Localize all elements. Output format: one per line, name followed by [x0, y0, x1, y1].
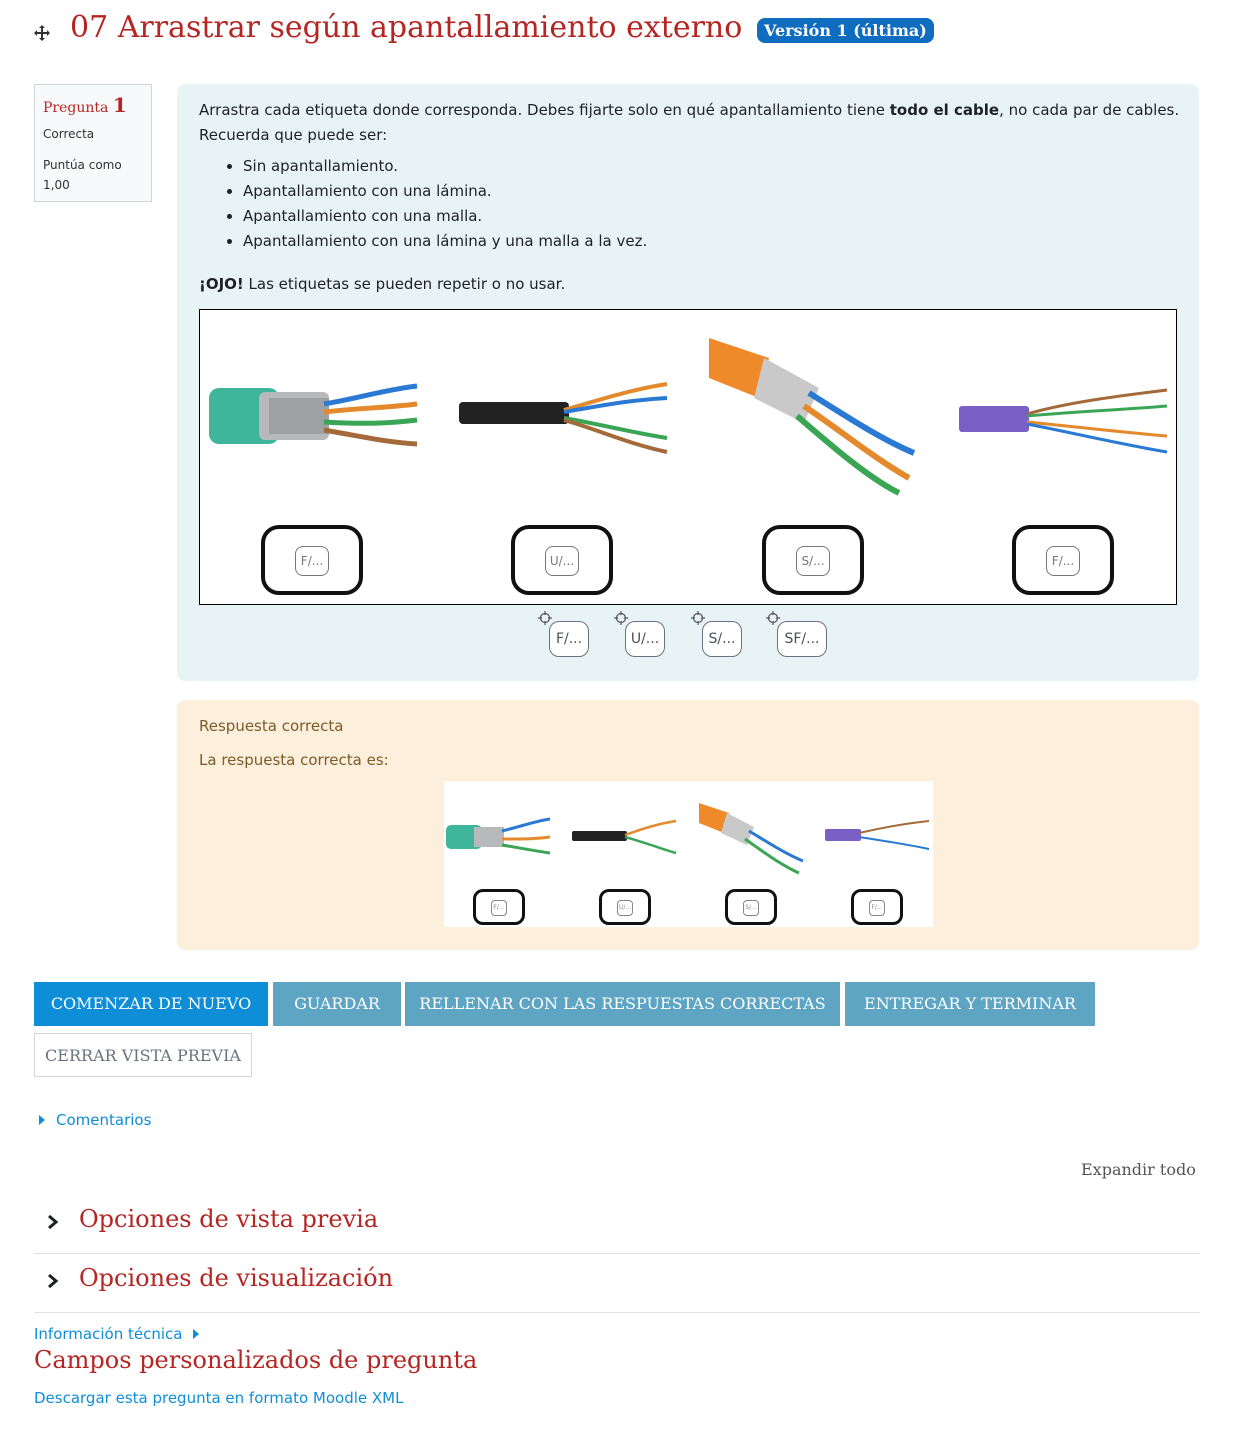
- question-grade: Puntúa como 1,00: [43, 158, 122, 192]
- crosshair-icon: [691, 611, 705, 625]
- drop-zone-2[interactable]: U/...: [511, 525, 613, 595]
- correct-answer-intro: La respuesta correcta es:: [199, 751, 389, 769]
- page-title: 07 Arrastrar según apantallamiento exter…: [70, 10, 743, 45]
- list-item: Apantallamiento con una lámina.: [243, 179, 1184, 204]
- cable-image-foil-2: [959, 388, 1168, 454]
- feedback-title: Respuesta correcta: [199, 717, 344, 735]
- drop-zone-4[interactable]: F/...: [1012, 525, 1114, 595]
- caret-right-icon: [39, 1115, 45, 1125]
- correct-zone-3: S/...: [725, 889, 777, 925]
- cable-image-braid: [709, 338, 916, 496]
- placed-label[interactable]: S/...: [796, 546, 830, 576]
- list-item: Sin apantallamiento.: [243, 154, 1184, 179]
- close-preview-button[interactable]: CERRAR VISTA PREVIA: [34, 1033, 252, 1077]
- correct-zone-2: U/...: [599, 889, 651, 925]
- question-number: 1: [112, 93, 127, 117]
- question-content: Arrastra cada etiqueta donde corresponda…: [177, 84, 1199, 681]
- move-icon[interactable]: [33, 24, 51, 42]
- chevron-right-icon: [48, 1273, 59, 1289]
- drag-item-sf[interactable]: SF/...: [777, 621, 827, 657]
- placed-label[interactable]: F/...: [1046, 546, 1080, 576]
- comments-toggle[interactable]: Comentarios: [38, 1111, 151, 1129]
- cable-image-foil-2: [825, 820, 930, 850]
- custom-fields-heading: Campos personalizados de pregunta: [34, 1346, 478, 1374]
- section-display-options[interactable]: Opciones de visualización: [34, 1254, 1200, 1313]
- drop-zone-1[interactable]: F/...: [261, 525, 363, 595]
- warning-text: ¡OJO! Las etiquetas se pueden repetir o …: [199, 275, 566, 293]
- drop-background: F/... U/... S/... F/...: [199, 309, 1177, 605]
- expand-all-link[interactable]: Expandir todo: [1081, 1160, 1196, 1179]
- question-number-label: Pregunta 1: [43, 93, 127, 117]
- crosshair-icon: [538, 611, 552, 625]
- crosshair-icon: [766, 611, 780, 625]
- submit-button[interactable]: ENTREGAR Y TERMINAR: [845, 982, 1095, 1026]
- crosshair-icon: [614, 611, 628, 625]
- correct-answer-image: F/... U/... S/... F/...: [444, 781, 933, 927]
- section-preview-options[interactable]: Opciones de vista previa: [34, 1195, 1200, 1254]
- fill-correct-button[interactable]: RELLENAR CON LAS RESPUESTAS CORRECTAS: [405, 982, 840, 1026]
- download-xml-link[interactable]: Descargar esta pregunta en formato Moodl…: [34, 1389, 404, 1407]
- section-title: Opciones de vista previa: [79, 1205, 379, 1233]
- cable-image-unshielded: [459, 382, 668, 454]
- feedback-box: Respuesta correcta La respuesta correcta…: [177, 700, 1199, 950]
- caret-right-icon: [193, 1329, 200, 1339]
- question-text: Arrastra cada etiqueta donde corresponda…: [199, 98, 1184, 254]
- question-state: Correcta: [43, 127, 95, 141]
- save-button[interactable]: GUARDAR: [273, 982, 401, 1026]
- cable-image-foil: [209, 383, 418, 447]
- drag-item-s[interactable]: S/...: [702, 621, 742, 657]
- correct-zone-4: F/...: [851, 889, 903, 925]
- drag-item-f[interactable]: F/...: [549, 621, 589, 657]
- drag-item-u[interactable]: U/...: [625, 621, 665, 657]
- placed-label[interactable]: U/...: [545, 546, 579, 576]
- option-list: Sin apantallamiento. Apantallamiento con…: [199, 154, 1184, 254]
- list-item: Apantallamiento con una lámina y una mal…: [243, 229, 1184, 254]
- chevron-right-icon: [48, 1214, 59, 1230]
- list-item: Apantallamiento con una malla.: [243, 204, 1184, 229]
- tech-info-toggle[interactable]: Información técnica: [34, 1325, 200, 1343]
- cable-image-braid: [699, 803, 804, 875]
- cable-image-foil: [446, 817, 551, 855]
- question-info: Pregunta 1 Correcta Puntúa como 1,00: [34, 84, 152, 202]
- drop-zone-3[interactable]: S/...: [762, 525, 864, 595]
- placed-label[interactable]: F/...: [295, 546, 329, 576]
- section-title: Opciones de visualización: [79, 1264, 394, 1292]
- version-badge: Versión 1 (última): [757, 18, 934, 43]
- cable-image-unshielded: [572, 819, 677, 855]
- restart-button[interactable]: COMENZAR DE NUEVO: [34, 982, 268, 1026]
- correct-zone-1: F/...: [473, 889, 525, 925]
